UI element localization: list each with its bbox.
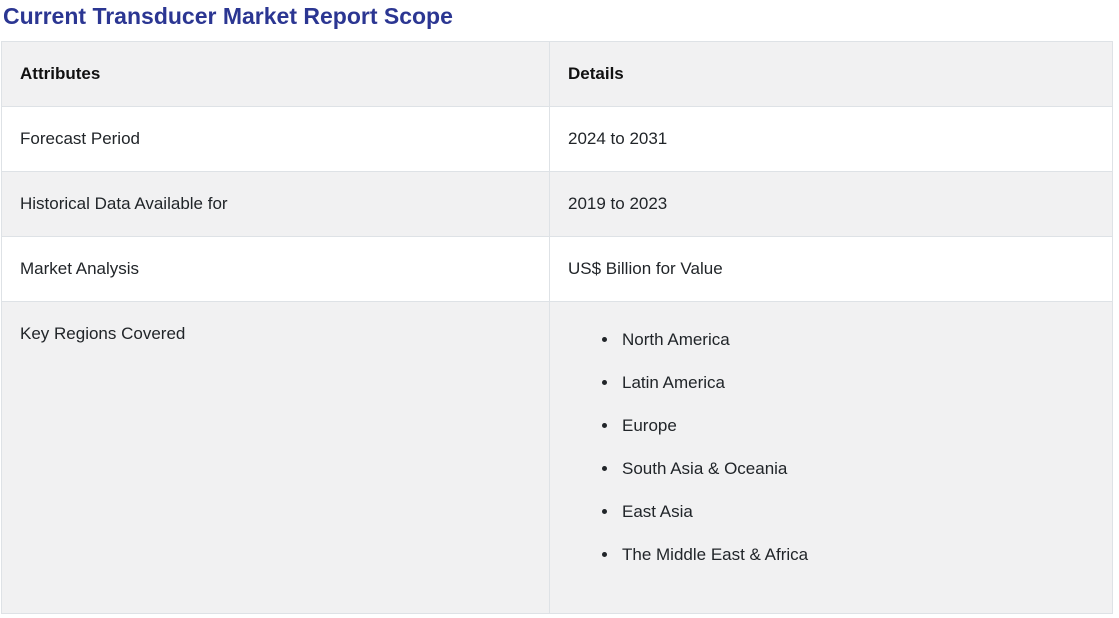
column-header-details: Details xyxy=(549,41,1113,107)
list-item: Europe xyxy=(619,413,1094,439)
table-body: Forecast Period 2024 to 2031 Historical … xyxy=(1,106,1113,614)
detail-cell-forecast-period: 2024 to 2031 xyxy=(549,106,1113,172)
table-row: Historical Data Available for 2019 to 20… xyxy=(1,171,1113,237)
report-scope-table: Attributes Details Forecast Period 2024 … xyxy=(1,41,1113,614)
table-header: Attributes Details xyxy=(1,41,1113,107)
table-row: Market Analysis US$ Billion for Value xyxy=(1,236,1113,302)
report-scope-page: Current Transducer Market Report Scope A… xyxy=(0,0,1119,618)
list-item: The Middle East & Africa xyxy=(619,542,1094,568)
header-row: Attributes Details xyxy=(1,41,1113,107)
detail-cell-market-analysis: US$ Billion for Value xyxy=(549,236,1113,302)
list-item: Latin America xyxy=(619,370,1094,396)
column-header-attributes: Attributes xyxy=(1,41,550,107)
attribute-cell-market-analysis: Market Analysis xyxy=(1,236,550,302)
attribute-cell-forecast-period: Forecast Period xyxy=(1,106,550,172)
detail-cell-historical-data: 2019 to 2023 xyxy=(549,171,1113,237)
page-title: Current Transducer Market Report Scope xyxy=(3,3,453,29)
table-row: Key Regions Covered North America Latin … xyxy=(1,301,1113,614)
table-row: Forecast Period 2024 to 2031 xyxy=(1,106,1113,172)
detail-cell-key-regions: North America Latin America Europe South… xyxy=(549,301,1113,614)
list-item: East Asia xyxy=(619,499,1094,525)
key-regions-list: North America Latin America Europe South… xyxy=(568,327,1094,568)
list-item: North America xyxy=(619,327,1094,353)
attribute-cell-historical-data: Historical Data Available for xyxy=(1,171,550,237)
attribute-cell-key-regions: Key Regions Covered xyxy=(1,301,550,614)
list-item: South Asia & Oceania xyxy=(619,456,1094,482)
